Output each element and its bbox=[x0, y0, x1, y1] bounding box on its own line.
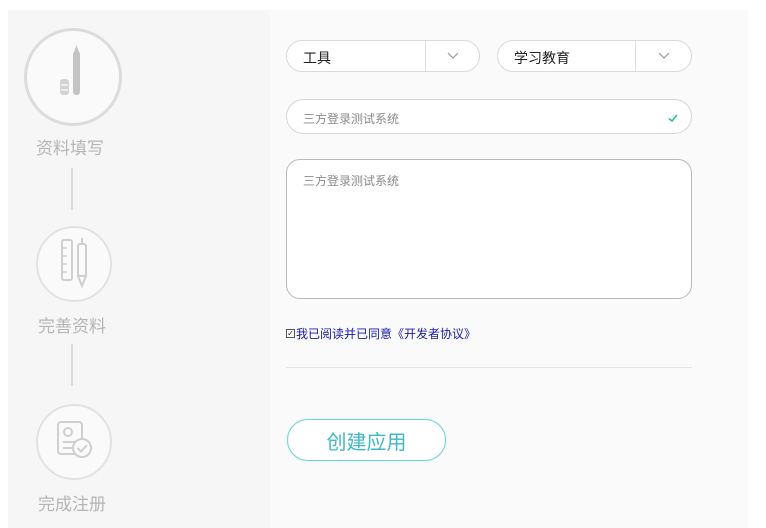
step-2-label: 完善资料 bbox=[38, 317, 106, 337]
step-2-circle bbox=[36, 226, 112, 302]
select-divider bbox=[635, 41, 636, 71]
step-3-label: 完成注册 bbox=[38, 495, 106, 515]
valid-check-icon bbox=[667, 109, 679, 128]
app-description-textarea[interactable]: 三方登录测试系统 bbox=[286, 159, 692, 299]
select-divider bbox=[425, 41, 426, 71]
category-primary-value: 工具 bbox=[303, 51, 331, 67]
app-description-value: 三方登录测试系统 bbox=[303, 174, 400, 188]
step-1-circle bbox=[24, 28, 122, 126]
divider bbox=[286, 367, 692, 368]
category-secondary-select[interactable]: 学习教育 bbox=[497, 40, 692, 72]
agreement-row: ✓ 我已阅读并已同意《开发者协议》 bbox=[286, 325, 476, 342]
step-connector bbox=[71, 344, 73, 386]
category-primary-select[interactable]: 工具 bbox=[286, 40, 480, 72]
chevron-down-icon[interactable] bbox=[427, 41, 479, 71]
ruler-pencil-icon bbox=[54, 236, 94, 292]
app-name-value: 三方登录测试系统 bbox=[303, 112, 400, 126]
agreement-checkbox[interactable]: ✓ bbox=[286, 329, 295, 338]
step-3-circle bbox=[36, 404, 112, 480]
chevron-down-icon[interactable] bbox=[637, 41, 691, 71]
step-connector bbox=[71, 168, 73, 210]
agreement-link[interactable]: 我已阅读并已同意《开发者协议》 bbox=[296, 325, 476, 342]
app-name-input[interactable]: 三方登录测试系统 bbox=[286, 99, 692, 134]
create-app-label: 创建应用 bbox=[326, 429, 407, 454]
step-1-label: 资料填写 bbox=[36, 139, 104, 159]
pen-icon bbox=[51, 45, 95, 109]
create-app-button[interactable]: 创建应用 bbox=[287, 419, 446, 461]
category-secondary-value: 学习教育 bbox=[514, 51, 570, 67]
document-check-icon bbox=[52, 418, 96, 466]
